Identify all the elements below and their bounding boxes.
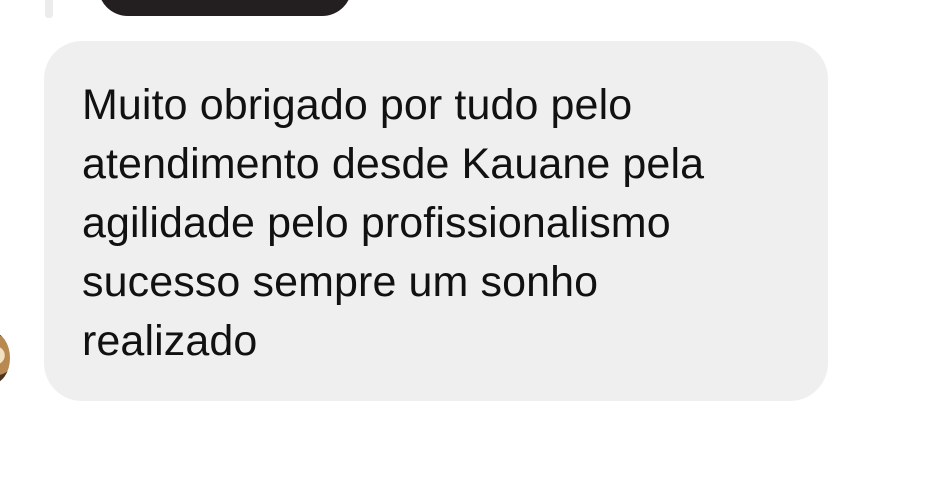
message-text: Muito obrigado por tudo pelo atendimento… (82, 81, 705, 365)
previous-message-bubble[interactable] (98, 0, 352, 16)
sender-avatar[interactable] (0, 332, 10, 384)
chat-screen: Muito obrigado por tudo pelo atendimento… (0, 0, 938, 477)
received-message-bubble[interactable]: Muito obrigado por tudo pelo atendimento… (44, 41, 828, 401)
scroll-edge-indicator (45, 0, 53, 18)
